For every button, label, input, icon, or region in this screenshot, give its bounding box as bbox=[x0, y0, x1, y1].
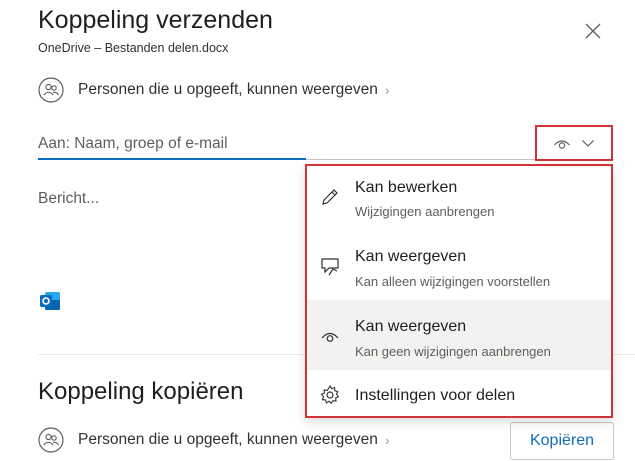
menu-item-title: Kan weergeven bbox=[355, 248, 467, 265]
people-icon bbox=[38, 77, 64, 103]
menu-item-can-review[interactable]: Kan weergeven Kan alleen wijzigingen voo… bbox=[307, 232, 611, 300]
gear-icon bbox=[320, 384, 340, 405]
menu-item-description: Kan alleen wijzigingen voorstellen bbox=[355, 274, 551, 289]
share-permission-text: Personen die u opgeeft, kunnen weergeven bbox=[78, 81, 378, 98]
menu-item-description: Wijzigingen aanbrengen bbox=[355, 204, 495, 219]
people-icon bbox=[38, 427, 64, 453]
menu-item-can-view[interactable]: Kan weergeven Kan geen wijzigingen aanbr… bbox=[307, 300, 611, 370]
to-input-underline bbox=[38, 158, 306, 160]
message-field[interactable]: Bericht... bbox=[38, 190, 99, 208]
to-input[interactable] bbox=[38, 130, 306, 158]
chevron-right-icon: › bbox=[384, 432, 390, 448]
dialog-subtitle: OneDrive – Bestanden delen.docx bbox=[38, 41, 229, 55]
menu-item-can-edit[interactable]: Kan bewerken Wijzigingen aanbrengen bbox=[307, 166, 611, 232]
share-permission-link[interactable]: Personen die u opgeeft, kunnen weergeven… bbox=[38, 77, 390, 103]
menu-item-title: Instellingen voor delen bbox=[355, 387, 516, 404]
chevron-right-icon: › bbox=[384, 82, 390, 98]
menu-item-title: Kan weergeven bbox=[355, 318, 467, 335]
copy-permission-text: Personen die u opgeeft, kunnen weergeven bbox=[78, 431, 378, 448]
review-icon bbox=[321, 258, 339, 276]
chevron-down-icon bbox=[582, 140, 594, 147]
menu-item-description: Kan geen wijzigingen aanbrengen bbox=[355, 344, 551, 359]
eye-icon bbox=[554, 140, 570, 149]
outlook-icon[interactable] bbox=[38, 289, 62, 313]
copy-link-title: Koppeling kopiëren bbox=[38, 378, 244, 405]
permission-menu: Kan bewerken Wijzigingen aanbrengen Kan … bbox=[305, 164, 613, 418]
copy-permission-link[interactable]: Personen die u opgeeft, kunnen weergeven… bbox=[38, 427, 390, 453]
copy-button[interactable]: Kopiëren bbox=[510, 422, 614, 460]
dialog-title: Koppeling verzenden bbox=[38, 6, 273, 34]
close-icon[interactable] bbox=[583, 21, 603, 41]
menu-item-sharing-settings[interactable]: Instellingen voor delen bbox=[307, 372, 611, 418]
eye-icon bbox=[321, 332, 339, 342]
pencil-icon bbox=[322, 189, 338, 205]
permission-dropdown-button[interactable] bbox=[535, 125, 613, 161]
menu-item-title: Kan bewerken bbox=[355, 179, 458, 196]
